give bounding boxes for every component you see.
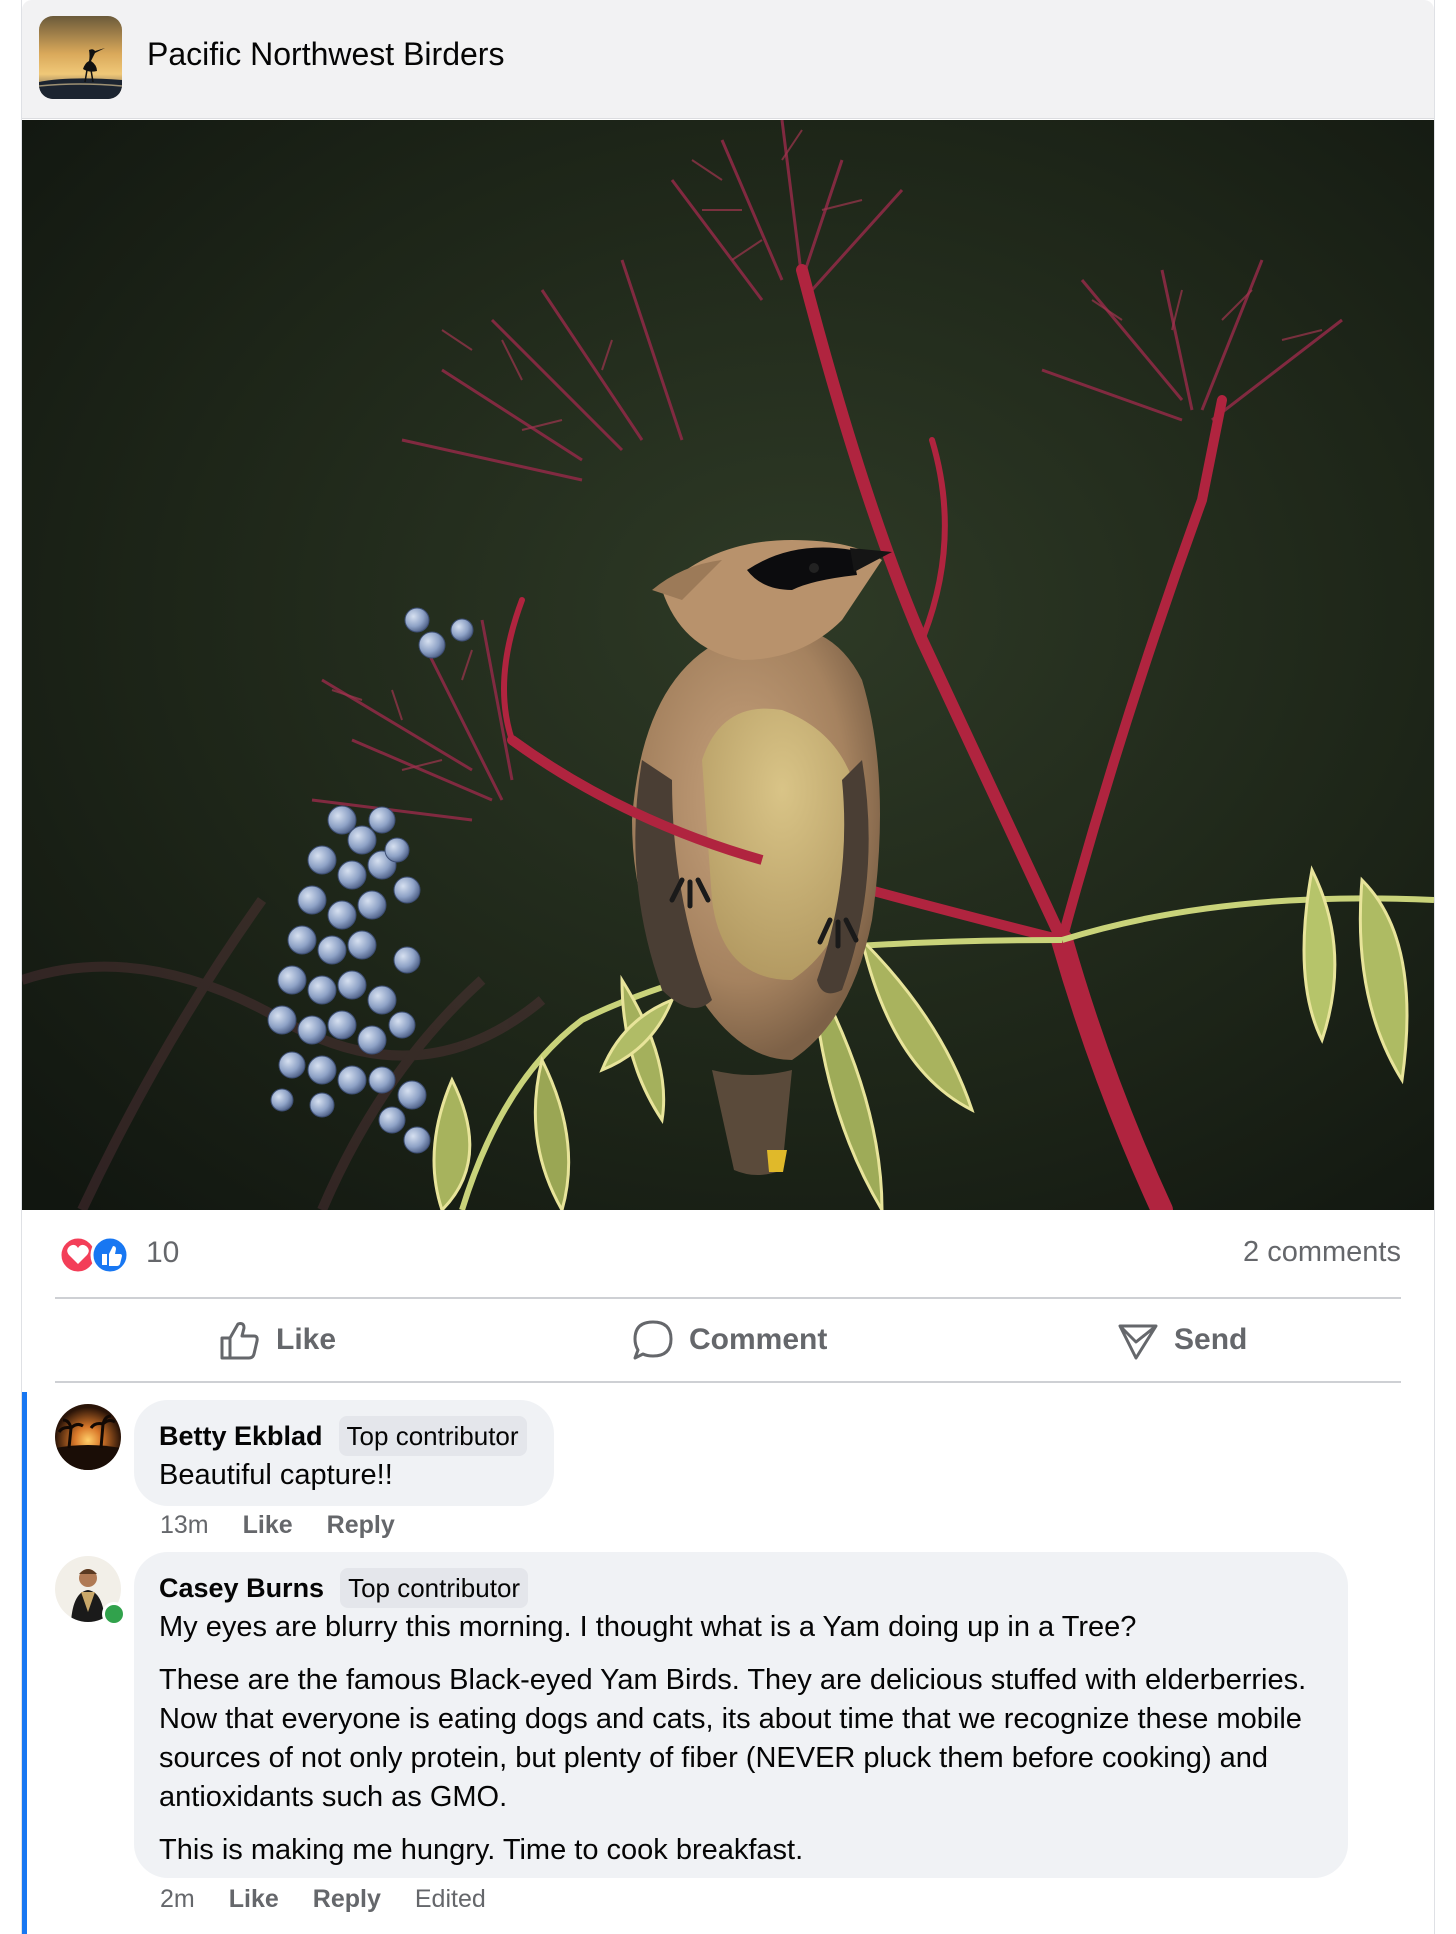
comment-button[interactable]: Comment <box>631 1315 827 1365</box>
like-button[interactable]: Like <box>218 1315 336 1365</box>
avatar[interactable] <box>55 1404 121 1470</box>
comment-text: My eyes are blurry this morning. I thoug… <box>159 1611 1137 1643</box>
top-contributor-badge[interactable]: Top contributor <box>338 1416 527 1456</box>
comment-author[interactable]: Casey Burns <box>159 1573 324 1604</box>
top-contributor-badge[interactable]: Top contributor <box>340 1568 529 1608</box>
post-card: Pacific Northwest Birders 10 2 comments … <box>21 0 1435 1934</box>
comment-label: Comment <box>689 1323 828 1356</box>
post-photo[interactable] <box>22 120 1434 1210</box>
comment-bubble: Casey Burns Top contributor My eyes are … <box>134 1552 1348 1878</box>
comment-timestamp[interactable]: 13m <box>160 1511 209 1540</box>
comment-reply-button[interactable]: Reply <box>313 1885 381 1914</box>
send-button[interactable]: Send <box>1116 1315 1247 1365</box>
edited-label: Edited <box>414 1885 486 1913</box>
like-reaction-icon <box>90 1235 130 1275</box>
comment-text: These are the famous Black-eyed Yam Bird… <box>159 1664 1307 1813</box>
comment-timestamp[interactable]: 2m <box>160 1885 195 1914</box>
comment-like-button[interactable]: Like <box>229 1885 279 1914</box>
comment-count[interactable]: 2 comments <box>1243 1236 1401 1269</box>
comment-meta: 2m Like Reply Edited <box>160 1885 486 1914</box>
comment-like-button[interactable]: Like <box>243 1511 293 1540</box>
group-name[interactable]: Pacific Northwest Birders <box>147 36 504 73</box>
divider <box>55 1297 1401 1299</box>
thumbs-up-icon <box>220 1322 259 1360</box>
speech-bubble-icon <box>633 1320 673 1360</box>
comment-text: This is making me hungry. Time to cook b… <box>159 1834 804 1866</box>
comment-bubble: Betty Ekblad Top contributor Beautiful c… <box>134 1400 554 1506</box>
comment-text: Beautiful capture!! <box>159 1459 393 1491</box>
comment-reply-button[interactable]: Reply <box>327 1511 395 1540</box>
send-icon <box>1118 1324 1158 1360</box>
cedar-waxwing-photo <box>22 120 1434 1210</box>
post-header: Pacific Northwest Birders <box>22 0 1434 119</box>
reaction-icons[interactable] <box>58 1235 130 1275</box>
thread-indicator <box>22 1392 27 1934</box>
divider <box>55 1381 1401 1383</box>
heron-silhouette-icon <box>39 16 122 99</box>
like-label: Like <box>276 1323 337 1356</box>
send-label: Send <box>1174 1323 1248 1356</box>
group-avatar[interactable] <box>39 16 122 99</box>
comment-author[interactable]: Betty Ekblad <box>159 1421 323 1452</box>
reaction-count[interactable]: 10 <box>146 1236 179 1270</box>
comment-meta: 13m Like Reply <box>160 1511 395 1540</box>
online-status-indicator <box>102 1602 126 1626</box>
